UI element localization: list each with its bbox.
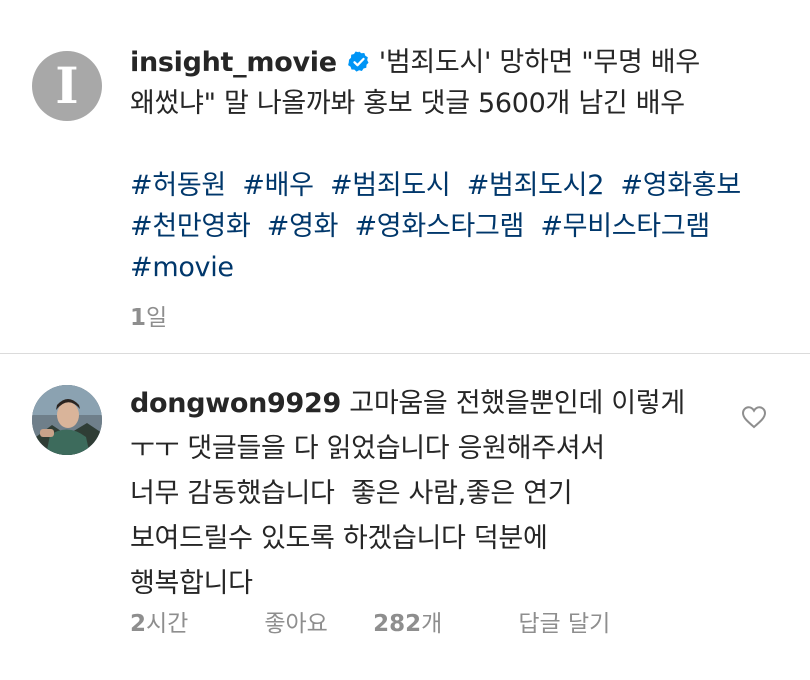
caption-text-line2: 왜썼냐" 말 나올까봐 홍보 댓글 5600개 남긴 배우: [130, 88, 685, 119]
post-timestamp: 1일: [130, 298, 167, 332]
comment-timestamp: 2시간: [130, 604, 226, 638]
likes-count: 282: [373, 611, 422, 637]
post-author-avatar[interactable]: I: [32, 51, 102, 121]
hashtag-list: #허동원 #배우 #범죄도시 #범죄도시2 #영화홍보 #천만영화 #영화 #영…: [130, 165, 780, 288]
comment-time-unit: 시간: [146, 611, 189, 637]
post-time-unit: 일: [146, 305, 168, 331]
comment-text-line: 보여드릴수 있도록 하겠습니다 덕분에: [130, 523, 548, 554]
comment-text-line: 행복합니다: [130, 568, 253, 599]
post-time-number: 1: [130, 305, 147, 331]
hashtag-link[interactable]: #영화홍보: [620, 170, 741, 201]
hashtag-link[interactable]: #천만영화: [130, 211, 251, 242]
reply-button[interactable]: 답글 달기: [518, 604, 610, 638]
hashtag-link[interactable]: #무비스타그램: [540, 211, 710, 242]
hashtag-link[interactable]: #movie: [130, 252, 234, 283]
likes-unit: 개: [421, 611, 443, 637]
caption-text-line1: '범죄도시' 망하면 "무명 배우: [378, 47, 700, 78]
comment-text-line: 고마움을 전했을뿐인데 이렇게: [349, 388, 685, 419]
comment-body: dongwon9929 고마움을 전했을뿐인데 이렇게 ㅜㅜ 댓글들을 다 읽었…: [130, 381, 730, 606]
hashtag-link[interactable]: #영화스타그램: [354, 211, 524, 242]
likes-label: 좋아요: [264, 611, 328, 637]
comment-text-line: 너무 감동했습니다 좋은 사람,좋은 연기: [130, 478, 573, 509]
comment-author-avatar[interactable]: [32, 385, 102, 455]
comment-text-line: ㅜㅜ 댓글들을 다 읽었습니다 응원해주셔서: [130, 433, 605, 464]
post-caption: insight_movie '범죄도시' 망하면 "무명 배우 왜썼냐" 말 나…: [130, 42, 780, 288]
avatar-photo: [32, 385, 102, 455]
hashtag-link[interactable]: #배우: [242, 170, 314, 201]
comment-time-number: 2: [130, 611, 147, 637]
hashtag-link[interactable]: #허동원: [130, 170, 226, 201]
post-username[interactable]: insight_movie: [130, 47, 337, 78]
hashtag-link[interactable]: #범죄도시2: [467, 170, 605, 201]
hashtag-link[interactable]: #영화: [267, 211, 339, 242]
hashtag-link[interactable]: #범죄도시: [330, 170, 451, 201]
verified-badge-icon: [347, 51, 369, 72]
comment-likes[interactable]: 좋아요 282개: [264, 604, 480, 638]
heart-icon[interactable]: [741, 405, 767, 429]
divider: [0, 353, 810, 354]
comment-username[interactable]: dongwon9929: [130, 388, 341, 419]
avatar-letter: I: [55, 56, 79, 115]
comment-meta-row: 2시간 좋아요 282개 답글 달기: [130, 604, 648, 638]
